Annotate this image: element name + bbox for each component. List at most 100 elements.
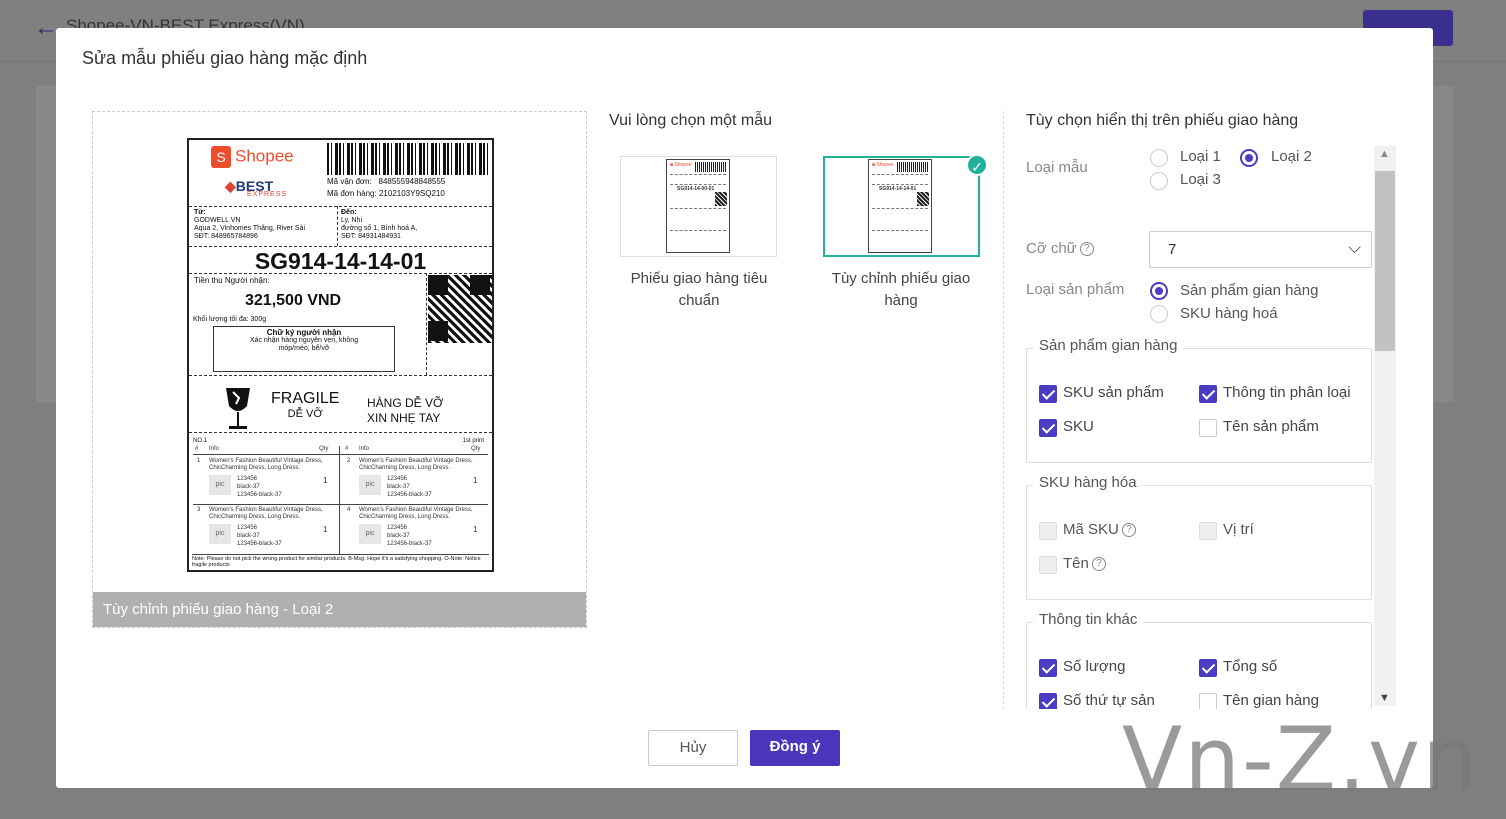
scrollbar-thumb[interactable] [1375,171,1395,351]
template-custom-label[interactable]: Tùy chỉnh phiếu giao hàng [816,268,986,312]
product-image: pic [359,524,381,544]
barcode-icon [327,143,489,175]
cod-label: Tiền thu Người nhận: [194,276,270,285]
checkbox-sku[interactable] [1039,419,1057,437]
template-section-title: Vui lòng chọn một mẫu [609,112,773,129]
checkbox-label: Tên? [1063,553,1106,575]
order-row: Mã đơn hàng: 2102103Y9SQ210 [327,189,445,198]
checkbox-label[interactable]: Tổng số [1223,656,1277,678]
shipping-label-document: S Shopee ◆BEST EXPRESS Mã vận đơn: 848555… [187,138,494,572]
fragile-glass-icon [226,388,250,429]
type-option-1[interactable]: Loại 1 [1180,148,1221,165]
tracking-row: Mã vận đơn: 848555948848555 [327,177,446,186]
checkbox-label[interactable]: SKU sản phẩm [1063,382,1164,404]
fragile-text: FRAGILE DỄ VỠ [271,390,340,420]
checkbox-total[interactable] [1199,659,1217,677]
product-image: pic [209,524,231,544]
checkbox-label[interactable]: Số lượng [1063,656,1125,678]
checkbox-label[interactable]: SKU [1063,416,1094,438]
checkbox-sku-code [1039,522,1057,540]
template-thumbnail: ■ Shopee SG914-14-00-01 [666,159,730,253]
group-title: Thông tin khác [1033,611,1144,628]
store-product-group: Sản phẩm gian hàng SKU sản phẩm Thông ti… [1026,337,1372,463]
checkbox-label: Vị trí [1223,521,1254,538]
divider [426,273,427,375]
edit-template-modal: Sửa mẫu phiếu giao hàng mặc định S Shopee… [56,28,1433,788]
divider [189,273,492,274]
type-option-3[interactable]: Loại 3 [1180,171,1221,188]
type-radio-2[interactable] [1240,149,1258,167]
column-divider [1003,111,1004,709]
shopee-logo: S Shopee [211,146,294,168]
divider [337,206,338,246]
checkbox-label[interactable]: Tên sản phẩm [1223,416,1319,438]
type-radio-1[interactable] [1150,149,1168,167]
item-row: 3 Women's Fashion Beautiful Vintage Dres… [193,504,488,552]
confirm-button[interactable]: Đồng ý [750,730,840,766]
modal-title: Sửa mẫu phiếu giao hàng mặc định [82,48,368,68]
checkbox-product-order[interactable] [1039,693,1057,709]
checkbox-label[interactable]: Số thứ tự sản phẩm [1063,690,1181,709]
print-count: 1st print [462,438,484,444]
product-radio-store[interactable] [1150,282,1168,300]
type-radio-3[interactable] [1150,172,1168,190]
checkbox-shop-name[interactable] [1199,693,1217,709]
checkbox-name [1039,556,1057,574]
checkbox-product-name[interactable] [1199,419,1217,437]
template-type-label: Loại mẫu [1026,159,1088,176]
checkbox-location [1199,522,1217,540]
divider [189,375,492,376]
divider [189,206,492,207]
checkbox-label[interactable]: Tên gian hàng [1223,690,1319,709]
back-arrow-icon[interactable]: ← [34,14,58,42]
product-type-label: Loại sản phẩm [1026,281,1125,298]
group-title: Sản phẩm gian hàng [1033,337,1184,354]
type-option-2[interactable]: Loại 2 [1271,148,1312,165]
template-standard-label[interactable]: Phiếu giao hàng tiêu chuẩn [614,268,784,312]
template-custom-option[interactable]: ■ Shopee SG914-14-14-01 ✓ [823,154,988,257]
item-table-header: # Info Qty # Info Qty [193,446,488,455]
checkbox-sku-product[interactable] [1039,385,1057,403]
help-icon: ? [1079,242,1094,257]
item-row: 1 Women's Fashion Beautiful Vintage Dres… [197,458,478,498]
scroll-down-icon[interactable]: ▼ [1379,692,1390,704]
checkbox-variation-info[interactable] [1199,385,1217,403]
options-scrollbar[interactable]: ▲ ▼ [1374,146,1396,706]
template-thumbnail: ■ Shopee SG914-14-14-01 [868,159,932,253]
best-express-text: EXPRESS [247,191,288,198]
handle-care-text: HÀNG DỄ VỠ XIN NHẸ TAY [367,396,444,425]
divider [189,246,492,247]
label-notes: Note: Please do not pick the wrong produ… [192,554,489,568]
checkbox-label: Mã SKU? [1063,519,1136,541]
display-options-panel[interactable]: Tùy chọn hiển thị trên phiếu giao hàng L… [1026,111,1398,709]
template-standard-option[interactable]: ■ Shopee SG914-14-00-01 [620,156,777,257]
qr-code-icon [428,275,492,343]
checkbox-label[interactable]: Thông tin phân loại [1223,382,1351,404]
shopee-bag-icon: S [211,146,231,168]
product-radio-sku[interactable] [1150,305,1168,323]
product-image: pic [359,475,381,495]
sort-code: SG914-14-14-01 [254,248,427,274]
preview-caption: Tùy chỉnh phiếu giao hàng - Loại 2 [93,592,586,627]
cod-amount: 321,500 VND [245,292,342,309]
receiver-block: Đến: Ly, Nhi đường số 1, Bình hoá A, SĐT… [341,209,418,240]
weight-text: Khối lượng tối đa: 300g [193,316,267,323]
font-size-label: Cỡ chữ? [1026,240,1094,257]
label-number: NO.1 [193,438,208,444]
checkbox-quantity[interactable] [1039,659,1057,677]
product-image: pic [209,475,231,495]
other-info-group: Thông tin khác Số lượng Tổng số Số thứ t… [1026,611,1372,709]
divider [189,432,492,433]
options-title: Tùy chọn hiển thị trên phiếu giao hàng [1026,112,1299,129]
chevron-down-icon: ⌵ [1348,238,1361,257]
label-preview: S Shopee ◆BEST EXPRESS Mã vận đơn: 848555… [92,111,587,628]
sender-block: Từ: GODWELL VN Aqua 2, Vinhomes Thăng, R… [194,209,306,240]
sku-goods-group: SKU hàng hóa Mã SKU? Vị trí Tên? [1026,474,1372,600]
product-option-sku[interactable]: SKU hàng hoá [1180,305,1278,322]
scroll-up-icon[interactable]: ▲ [1379,148,1390,160]
selected-check-icon: ✓ [966,154,988,176]
cancel-button[interactable]: Hủy [648,730,738,766]
product-option-store[interactable]: Sản phẩm gian hàng [1180,282,1318,299]
signature-box: Chữ ký người nhận Xác nhận hàng nguyên v… [213,326,395,372]
font-size-select[interactable]: 7 ⌵ [1149,231,1372,268]
